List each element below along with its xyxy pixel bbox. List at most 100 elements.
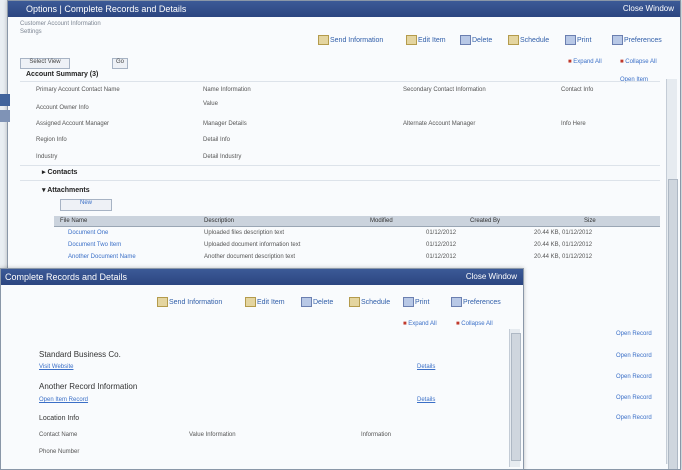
record-link[interactable]: Open Item Record <box>39 397 88 403</box>
record-title: Location Info <box>39 415 80 422</box>
field-value: Contact Info <box>561 87 594 93</box>
field-value: Value <box>203 101 218 107</box>
front-window-title: Complete Records and Details <box>5 272 128 282</box>
front-scrollbar[interactable] <box>509 329 521 467</box>
schedule-button[interactable]: Schedule <box>508 35 549 45</box>
field-label: Alternate Account Manager <box>403 121 476 127</box>
side-tab[interactable] <box>0 110 10 122</box>
edit-item-button[interactable]: Edit Item <box>245 297 285 307</box>
file-description: Uploaded files description text <box>204 230 285 236</box>
collapse-all-link[interactable]: ■ Collapse All <box>456 321 493 327</box>
go-button[interactable]: Go <box>112 58 128 69</box>
open-item-link[interactable]: Open Item <box>620 77 648 83</box>
field-label: Contact Name <box>39 432 78 438</box>
details-link[interactable]: Details <box>417 364 435 370</box>
file-description: Uploaded document information text <box>204 242 301 248</box>
file-description: Another document description text <box>204 254 296 260</box>
print-button[interactable]: Print <box>565 35 591 45</box>
field-value: Detail Industry <box>203 154 242 160</box>
back-window-titlebar: Options | Complete Records and Details C… <box>8 1 680 17</box>
schedule-icon <box>508 35 519 45</box>
delete-button[interactable]: Delete <box>460 35 492 45</box>
record-title: Another Record Information <box>39 382 138 391</box>
print-button[interactable]: Print <box>403 297 429 307</box>
account-summary-title: Account Summary (3) <box>26 71 99 78</box>
delete-button[interactable]: Delete <box>301 297 333 307</box>
print-icon <box>403 297 414 307</box>
send-icon <box>318 35 329 45</box>
record-title: Standard Business Co. <box>39 350 121 359</box>
send-information-button[interactable]: Send Information <box>318 35 383 45</box>
table-row[interactable]: Document Two Item Uploaded document info… <box>54 242 660 252</box>
close-window-link[interactable]: Close Window <box>623 1 674 17</box>
attachments-section[interactable]: ▾ Attachments <box>42 186 90 194</box>
file-modified: 01/12/2012 <box>426 230 457 236</box>
side-tab[interactable] <box>0 94 10 106</box>
divider <box>20 81 660 82</box>
field-label: Region Info <box>36 137 67 143</box>
file-name-link[interactable]: Document One <box>68 230 108 236</box>
scrollbar-thumb[interactable] <box>668 179 678 469</box>
edit-icon <box>406 35 417 45</box>
preferences-button[interactable]: Preferences <box>612 35 662 45</box>
column-header[interactable]: Modified <box>370 218 393 224</box>
file-name-link[interactable]: Another Document Name <box>68 254 136 260</box>
close-window-link[interactable]: Close Window <box>466 269 517 285</box>
side-link[interactable]: Open Record <box>616 353 652 359</box>
table-row[interactable]: Document One Uploaded files description … <box>54 230 660 240</box>
field-value: Information <box>361 432 392 438</box>
file-modified: 01/12/2012 <box>426 254 457 260</box>
field-value: Manager Details <box>203 121 247 127</box>
preferences-icon <box>612 35 623 45</box>
column-header[interactable]: Created By <box>470 218 500 224</box>
header-line-1: Customer Account Information <box>20 21 101 27</box>
column-header[interactable]: Description <box>204 218 234 224</box>
record-link[interactable]: Visit Website <box>39 364 73 370</box>
schedule-button[interactable]: Schedule <box>349 297 390 307</box>
file-size: 20.44 KB, 01/12/2012 <box>534 242 593 248</box>
view-select[interactable]: Select View <box>20 58 70 69</box>
print-icon <box>565 35 576 45</box>
edit-icon <box>245 297 256 307</box>
divider <box>20 165 660 166</box>
scrollbar-thumb[interactable] <box>511 333 521 461</box>
expand-all-link[interactable]: ■ Expand All <box>403 321 437 327</box>
column-header[interactable]: File Name <box>60 218 87 224</box>
send-icon <box>157 297 168 307</box>
back-scrollbar[interactable] <box>666 79 678 469</box>
edit-item-button[interactable]: Edit Item <box>406 35 446 45</box>
side-link[interactable]: Open Record <box>616 331 652 337</box>
field-value: Detail Info <box>203 137 231 143</box>
file-size: 20.44 KB, 01/12/2012 <box>534 254 593 260</box>
field-label: Primary Account Contact Name <box>36 87 120 93</box>
field-value: Name Information <box>203 87 251 93</box>
contacts-section[interactable]: ▸ Contacts <box>42 168 77 176</box>
preferences-button[interactable]: Preferences <box>451 297 501 307</box>
column-header[interactable]: Size <box>584 218 596 224</box>
field-label: Industry <box>36 154 58 160</box>
side-link[interactable]: Open Record <box>616 395 652 401</box>
details-link[interactable]: Details <box>417 397 435 403</box>
front-window: Complete Records and Details Close Windo… <box>0 268 524 470</box>
header-line-2: Settings <box>20 29 42 35</box>
side-link[interactable]: Open Record <box>616 374 652 380</box>
collapse-all-link[interactable]: ■ Collapse All <box>620 59 657 65</box>
file-size: 20.44 KB, 01/12/2012 <box>534 230 593 236</box>
back-window-title: Options | Complete Records and Details <box>26 4 187 14</box>
file-modified: 01/12/2012 <box>426 242 457 248</box>
side-link[interactable]: Open Record <box>616 415 652 421</box>
table-row[interactable]: Another Document Name Another document d… <box>54 254 660 264</box>
field-label: Assigned Account Manager <box>36 121 110 127</box>
attachments-table-header: File Name Description Modified Created B… <box>54 216 660 227</box>
send-information-button[interactable]: Send Information <box>157 297 222 307</box>
field-label: Account Owner Info <box>36 105 89 111</box>
front-window-titlebar: Complete Records and Details Close Windo… <box>1 269 523 285</box>
file-name-link[interactable]: Document Two Item <box>68 242 121 248</box>
delete-icon <box>301 297 312 307</box>
field-label: Phone Number <box>39 449 80 455</box>
expand-all-link[interactable]: ■ Expand All <box>568 59 602 65</box>
new-attachment-button[interactable]: New <box>60 199 112 211</box>
preferences-icon <box>451 297 462 307</box>
schedule-icon <box>349 297 360 307</box>
divider <box>20 180 660 181</box>
